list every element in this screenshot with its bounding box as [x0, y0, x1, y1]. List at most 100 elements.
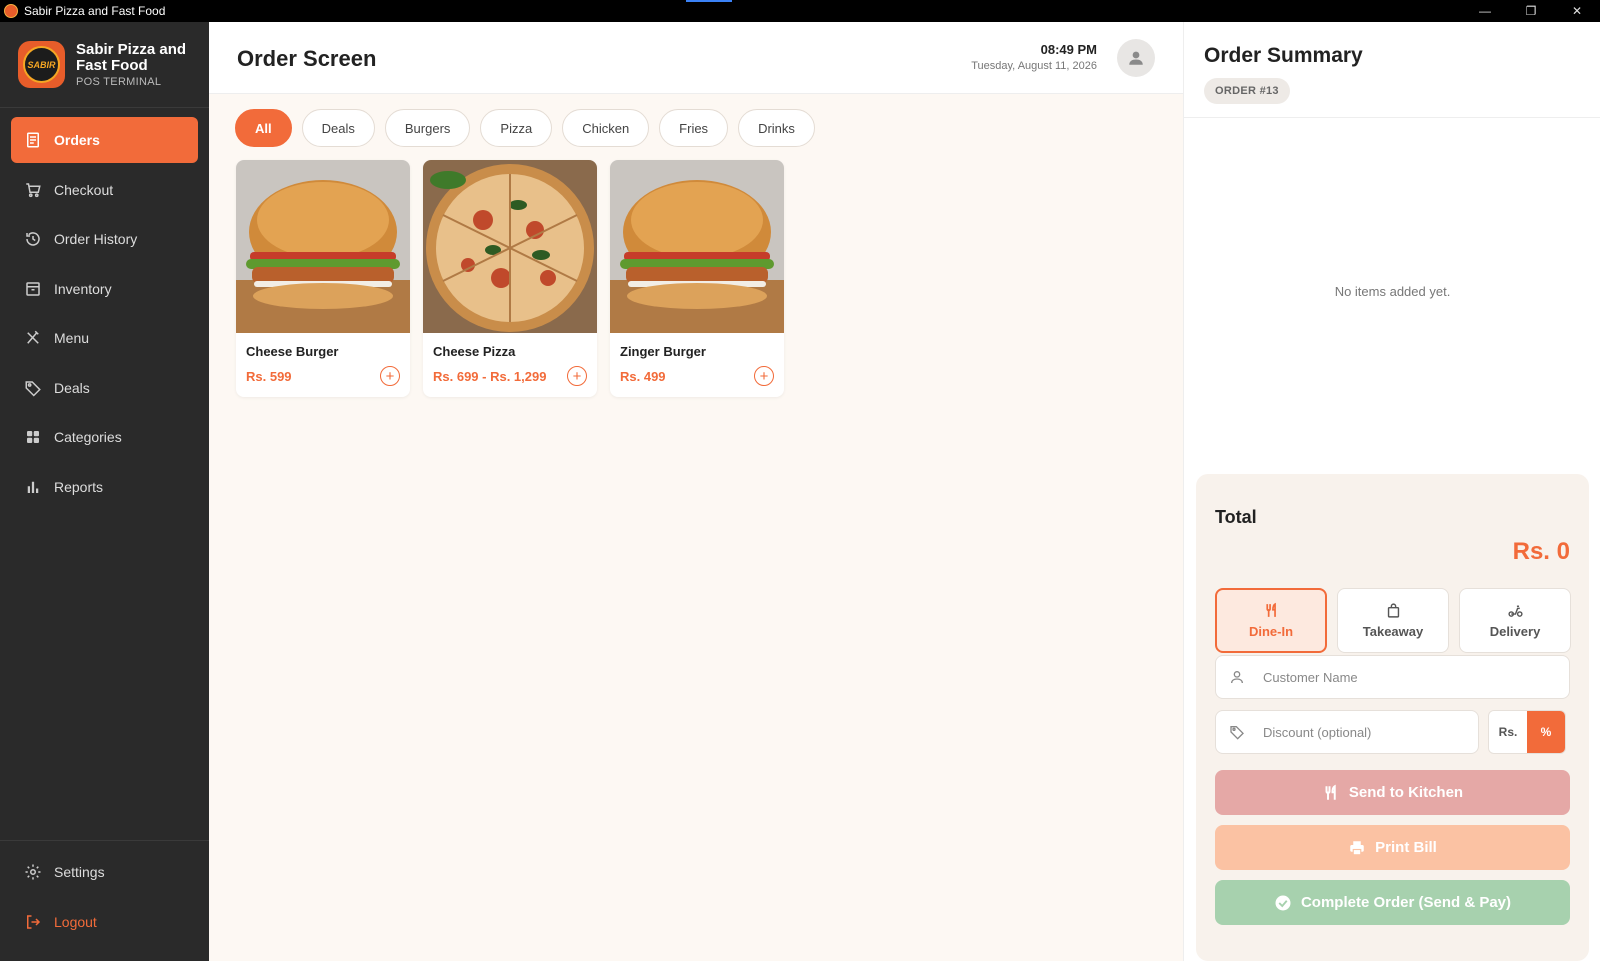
sidebar-item-label: Order History: [54, 231, 138, 247]
complete-order-label: Complete Order (Send & Pay): [1300, 894, 1512, 911]
receipt-icon: [27, 132, 39, 148]
total-panel: Total Rs. 0 Dine-In Takeaway Delivery Cu…: [1196, 474, 1589, 961]
sidebar-item-categories[interactable]: Categories: [11, 414, 198, 460]
close-button[interactable]: ✕: [1554, 0, 1600, 22]
discount-mode-toggle: Rs. %: [1488, 710, 1566, 754]
gear-icon: [25, 864, 41, 880]
sidebar: SABIR Sabir Pizza and Fast Food POS TERM…: [0, 22, 209, 961]
discount-mode-percent[interactable]: %: [1527, 711, 1565, 753]
sidebar-item-deals[interactable]: Deals: [11, 365, 198, 411]
product-card[interactable]: Zinger Burger Rs. 499 +: [610, 160, 784, 397]
titlebar-accent: [686, 0, 732, 2]
sidebar-nav: Orders Checkout Order History Inventory …: [0, 108, 209, 510]
sidebar-item-inventory[interactable]: Inventory: [11, 266, 198, 312]
order-number-badge: ORDER #13: [1204, 78, 1290, 104]
sidebar-item-logout[interactable]: Logout: [11, 899, 198, 945]
sidebar-item-label: Categories: [54, 429, 122, 445]
product-name: Zinger Burger: [620, 344, 706, 359]
print-bill-label: Print Bill: [1375, 839, 1437, 856]
avatar[interactable]: [1117, 39, 1155, 77]
sidebar-item-label: Logout: [54, 913, 97, 930]
filter-chicken[interactable]: Chicken: [562, 109, 650, 147]
product-price: Rs. 599: [246, 368, 292, 384]
product-image-burger: [236, 160, 410, 333]
filter-all[interactable]: All: [235, 109, 292, 147]
minimize-button[interactable]: —: [1462, 0, 1508, 22]
product-image-burger: [610, 160, 784, 333]
order-type-label: Dine-In: [1248, 624, 1294, 639]
empty-cart-message: No items added yet.: [1334, 284, 1451, 299]
total-value: Rs. 0: [1512, 538, 1570, 565]
discount-mode-rs[interactable]: Rs.: [1489, 711, 1527, 753]
add-icon[interactable]: +: [754, 366, 774, 386]
bag-icon: [1387, 603, 1399, 618]
discount-input[interactable]: [1263, 724, 1463, 740]
sidebar-item-label: Deals: [54, 379, 90, 396]
scooter-icon: [1507, 605, 1523, 617]
printer-icon: [1350, 840, 1364, 855]
product-image-pizza: [423, 160, 597, 333]
add-icon[interactable]: +: [380, 366, 400, 386]
sidebar-item-reports[interactable]: Reports: [11, 464, 198, 510]
sidebar-item-label: Inventory: [54, 280, 112, 297]
order-type-label: Delivery: [1489, 624, 1541, 639]
filter-fries[interactable]: Fries: [659, 109, 729, 147]
tag-icon: [1230, 726, 1244, 740]
sidebar-item-label: Reports: [54, 478, 104, 495]
product-price: Rs. 499: [620, 368, 666, 384]
utensils-icon: [27, 330, 39, 344]
brand: SABIR Sabir Pizza and Fast Food POS TERM…: [0, 22, 209, 108]
discount-field[interactable]: [1215, 710, 1479, 754]
clock: 08:49 PM Tuesday, August 11, 2026: [971, 42, 1097, 72]
sidebar-item-checkout[interactable]: Checkout: [11, 167, 198, 213]
order-type-label: Takeaway: [1362, 624, 1424, 639]
category-filters: All Deals Burgers Pizza Chicken Fries Dr…: [235, 109, 815, 147]
sidebar-item-label: Checkout: [54, 181, 114, 198]
bar-chart-icon: [27, 481, 39, 493]
filter-drinks[interactable]: Drinks: [738, 109, 815, 147]
window-controls: — ❐ ✕: [1462, 0, 1600, 22]
filter-burgers[interactable]: Burgers: [384, 109, 471, 147]
filter-deals[interactable]: Deals: [301, 109, 375, 147]
app-icon: [4, 4, 18, 18]
product-card[interactable]: Cheese Burger Rs. 599 +: [236, 160, 410, 397]
sidebar-item-order-history[interactable]: Order History: [11, 216, 198, 262]
order-type-selector: Dine-In Takeaway Delivery: [1215, 588, 1571, 653]
tag-icon: [25, 380, 41, 397]
order-type-takeaway[interactable]: Takeaway: [1337, 588, 1449, 653]
check-circle-icon: [1275, 895, 1291, 910]
add-icon[interactable]: +: [567, 366, 587, 386]
clock-time: 08:49 PM: [1040, 42, 1097, 57]
restore-button[interactable]: ❐: [1508, 0, 1554, 22]
send-to-kitchen-button[interactable]: Send to Kitchen: [1215, 770, 1570, 815]
customer-name-input[interactable]: [1263, 669, 1493, 685]
print-bill-button[interactable]: Print Bill: [1215, 825, 1570, 870]
order-type-delivery[interactable]: Delivery: [1459, 588, 1571, 653]
order-type-dine-in[interactable]: Dine-In: [1215, 588, 1327, 653]
utensils-icon: [1265, 602, 1276, 617]
sidebar-item-menu[interactable]: Menu: [11, 315, 198, 361]
sidebar-item-label: Settings: [54, 864, 105, 880]
logout-icon: [27, 914, 41, 929]
utensils-icon: [1325, 784, 1336, 800]
product-card[interactable]: Cheese Pizza Rs. 699 - Rs. 1,299 +: [423, 160, 597, 397]
filter-pizza[interactable]: Pizza: [480, 109, 553, 147]
sidebar-item-orders[interactable]: Orders: [11, 117, 198, 163]
product-name: Cheese Burger: [246, 344, 339, 359]
clock-date: Tuesday, August 11, 2026: [971, 60, 1097, 72]
brand-name: Sabir Pizza and Fast Food: [76, 40, 187, 74]
main-header: Order Screen 08:49 PM Tuesday, August 11…: [209, 22, 1183, 94]
sidebar-item-settings[interactable]: Settings: [11, 849, 198, 895]
brand-logo: SABIR: [18, 41, 65, 88]
sidebar-bottom: Settings Logout: [0, 840, 209, 961]
order-summary-title: Order Summary: [1204, 44, 1363, 67]
order-summary-panel: Order Summary ORDER #13 No items added y…: [1183, 22, 1600, 961]
customer-name-field[interactable]: [1215, 655, 1570, 699]
page-title: Order Screen: [237, 46, 377, 71]
history-icon: [26, 232, 40, 246]
complete-order-button[interactable]: Complete Order (Send & Pay): [1215, 880, 1570, 925]
window-titlebar: Sabir Pizza and Fast Food — ❐ ✕: [0, 0, 1600, 22]
brand-subtitle: POS TERMINAL: [76, 75, 162, 88]
brand-logo-mark: SABIR: [23, 46, 60, 83]
grid-icon: [27, 431, 39, 443]
